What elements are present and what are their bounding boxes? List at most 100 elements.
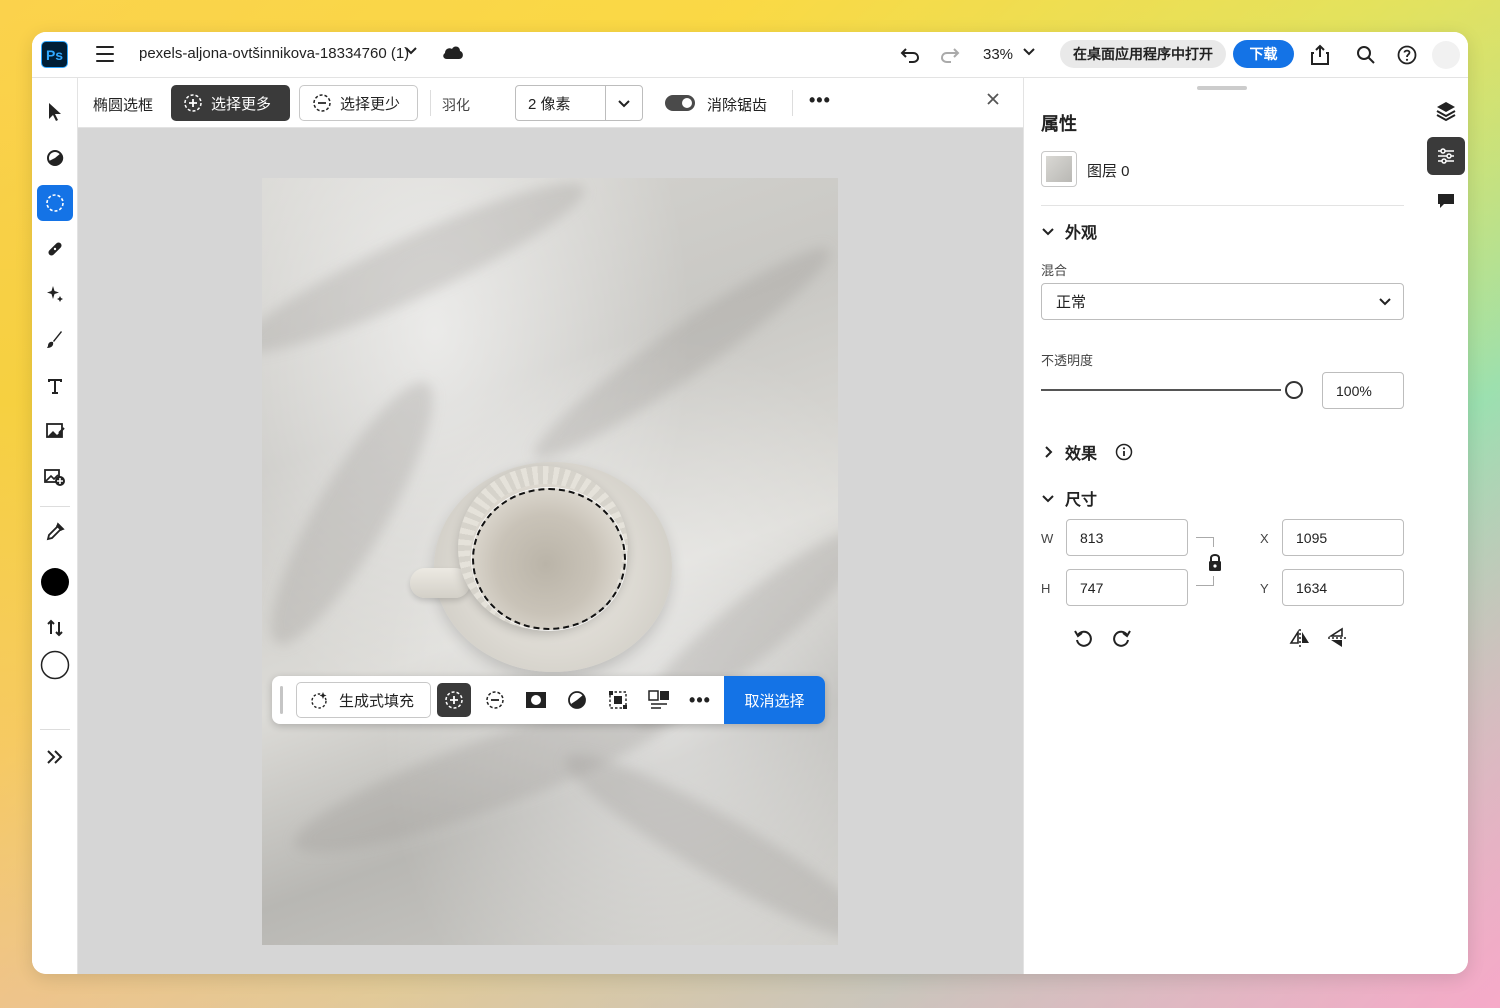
replace-background-icon[interactable] [642,683,676,717]
fabric-fold [262,365,458,661]
help-icon[interactable] [1395,43,1419,67]
left-toolbar [32,78,78,974]
generative-fill-label: 生成式填充 [339,692,415,710]
flip-vertical-icon[interactable] [1326,627,1348,649]
magic-icon[interactable] [37,276,73,312]
share-icon[interactable] [1308,43,1332,67]
toolbar-divider [40,729,70,730]
canvas-area[interactable]: 生成式填充 ••• 取消选择 [78,128,1023,974]
deselect-button[interactable]: 取消选择 [724,676,825,724]
search-icon[interactable] [1354,43,1378,67]
layer-thumbnail[interactable] [1041,151,1077,187]
more-options-icon[interactable]: ••• [809,90,831,111]
select-more-button[interactable]: 选择更多 [171,85,290,121]
undo-icon[interactable] [898,43,922,67]
flip-horizontal-icon[interactable] [1289,627,1311,649]
brush-icon[interactable] [37,322,73,358]
x-input[interactable]: 1095 [1282,519,1404,556]
download-button[interactable]: 下载 [1233,40,1294,68]
chevron-down-icon[interactable] [606,86,642,120]
layers-icon[interactable] [1427,92,1465,130]
blend-mode-select[interactable]: 正常 [1041,283,1404,320]
adjust-icon[interactable] [37,140,73,176]
menu-icon[interactable] [96,46,114,62]
dimensions-section-header[interactable]: 尺寸 [1041,486,1097,510]
info-icon[interactable] [1115,443,1133,461]
y-input[interactable]: 1634 [1282,569,1404,606]
opacity-input[interactable]: 100% [1322,372,1404,409]
document-image[interactable] [262,178,838,945]
effects-label: 效果 [1065,446,1098,463]
layer-name: 图层 0 [1087,163,1130,180]
elliptical-selection[interactable] [472,488,626,630]
dimensions-label: 尺寸 [1065,492,1098,509]
options-bar: 椭圆选框 选择更多 选择更少 羽化 2 像素 消除锯齿 ••• [78,78,1023,128]
expand-icon[interactable] [37,739,73,775]
antialias-toggle[interactable] [665,95,695,111]
redo-icon[interactable] [938,43,962,67]
app-window: Ps pexels-aljona-ovtšinnikova-18334760 (… [32,32,1468,974]
feather-select[interactable]: 2 像素 [515,85,643,121]
mask-icon[interactable] [519,683,553,717]
generative-fill-button[interactable]: 生成式填充 [296,682,431,718]
close-icon[interactable] [986,92,1000,110]
transform-selection-icon[interactable] [601,683,635,717]
divider [792,90,793,116]
subtract-from-selection-icon[interactable] [478,683,512,717]
x-label: X [1260,531,1269,546]
antialias-label: 消除锯齿 [707,97,768,114]
document-chevron-icon[interactable] [404,43,418,60]
comments-icon[interactable] [1427,182,1465,220]
appearance-section-header[interactable]: 外观 [1041,219,1097,243]
properties-icon[interactable] [1427,137,1465,175]
avatar[interactable] [1432,41,1460,69]
width-label: W [1041,531,1054,546]
add-image-icon[interactable] [37,459,73,495]
lock-icon[interactable] [1207,552,1223,572]
top-bar: Ps pexels-aljona-ovtšinnikova-18334760 (… [32,32,1468,78]
feather-label: 羽化 [442,97,470,113]
chevron-down-icon [1042,495,1054,503]
eyedropper-icon[interactable] [37,514,73,550]
width-input[interactable]: 813 [1066,519,1188,556]
blend-mode-value: 正常 [1056,294,1087,311]
open-in-desktop-button[interactable]: 在桌面应用程序中打开 [1060,40,1226,68]
rotate-right-icon[interactable] [1110,627,1132,649]
height-input[interactable]: 747 [1066,569,1188,606]
chevron-right-icon [1045,446,1053,458]
zoom-chevron-icon[interactable] [1022,44,1036,63]
foreground-color-swatch[interactable] [37,564,73,600]
foreground-color-dot [41,568,69,596]
generative-fill-icon [311,692,327,709]
add-to-selection-icon[interactable] [437,683,471,717]
appearance-label: 外观 [1065,225,1098,242]
blend-label: 混合 [1041,263,1068,278]
link-bracket-top [1196,537,1214,547]
zoom-level[interactable]: 33% [983,46,1013,63]
ellipse-marquee-icon[interactable] [37,185,73,221]
effects-section-header[interactable]: 效果 [1041,440,1133,464]
more-options-icon[interactable]: ••• [683,683,717,717]
move-icon[interactable] [37,94,73,130]
opacity-slider-thumb[interactable] [1285,381,1303,399]
type-icon[interactable] [37,368,73,404]
swap-colors-icon[interactable] [37,610,73,646]
photoshop-logo[interactable]: Ps [41,41,68,68]
select-less-label: 选择更少 [340,95,401,113]
fabric-fold [520,229,838,477]
rotate-left-icon[interactable] [1073,627,1095,649]
properties-panel: 属性 图层 0 外观 混合 正常 不透明度 100% 效果 尺寸 W 813 H… [1023,78,1422,974]
height-label: H [1041,581,1051,596]
document-title[interactable]: pexels-aljona-ovtšinnikova-18334760 (1) [139,45,409,62]
background-color-swatch[interactable] [37,647,73,683]
taskbar-grip[interactable] [280,686,283,714]
opacity-slider-track[interactable] [1041,389,1281,391]
link-bracket-bottom [1196,576,1214,586]
cloud-icon[interactable] [442,44,464,60]
healing-icon[interactable] [37,231,73,267]
panel-drag-handle[interactable] [1197,86,1247,90]
select-less-button[interactable]: 选择更少 [299,85,418,121]
fabric-fold [551,732,838,945]
place-image-icon[interactable] [37,413,73,449]
adjustment-icon[interactable] [560,683,594,717]
